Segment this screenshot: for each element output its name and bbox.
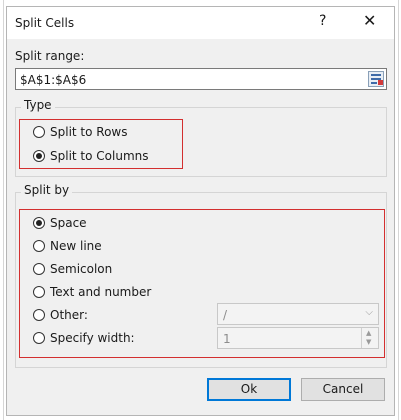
other-option[interactable]: Other: bbox=[33, 307, 88, 323]
specify-width-label: Specify width: bbox=[50, 331, 135, 345]
new-line-radio[interactable] bbox=[33, 240, 45, 252]
chevron-down-icon: ⌵ bbox=[365, 307, 373, 318]
stepper-arrows[interactable]: ▲ ▼ bbox=[361, 328, 378, 348]
split-to-rows-option[interactable]: Split to Rows bbox=[33, 124, 128, 140]
type-group-title: Type bbox=[21, 98, 55, 112]
semicolon-radio[interactable] bbox=[33, 263, 45, 275]
split-to-columns-radio[interactable] bbox=[33, 150, 45, 162]
title-bar: Split Cells ? ✕ bbox=[7, 7, 394, 39]
other-delimiter-value: / bbox=[223, 308, 228, 322]
other-delimiter-dropdown[interactable]: / ⌵ bbox=[217, 303, 379, 325]
specify-width-option[interactable]: Specify width: bbox=[33, 330, 135, 346]
split-by-group-title: Split by bbox=[21, 183, 73, 197]
semicolon-option[interactable]: Semicolon bbox=[33, 261, 112, 277]
cancel-button[interactable]: Cancel bbox=[301, 378, 385, 401]
specify-width-radio[interactable] bbox=[33, 332, 45, 344]
space-label: Space bbox=[50, 216, 87, 230]
text-and-number-option[interactable]: Text and number bbox=[33, 284, 151, 300]
width-stepper[interactable]: 1 ▲ ▼ bbox=[217, 327, 379, 349]
close-icon[interactable]: ✕ bbox=[363, 11, 376, 30]
split-to-columns-option[interactable]: Split to Columns bbox=[33, 148, 149, 164]
new-line-option[interactable]: New line bbox=[33, 238, 102, 254]
ok-button[interactable]: Ok bbox=[207, 378, 291, 401]
split-to-rows-label: Split to Rows bbox=[50, 125, 128, 139]
sheet-gridline bbox=[3, 0, 4, 420]
space-radio[interactable] bbox=[33, 217, 45, 229]
dialog-title: Split Cells bbox=[15, 16, 75, 30]
chevron-down-icon[interactable]: ▼ bbox=[366, 338, 371, 346]
semicolon-label: Semicolon bbox=[50, 262, 113, 276]
split-range-value: $A$1:$A$6 bbox=[20, 73, 87, 87]
range-select-icon[interactable] bbox=[368, 71, 384, 87]
text-and-number-label: Text and number bbox=[50, 285, 152, 299]
new-line-label: New line bbox=[50, 239, 102, 253]
width-value: 1 bbox=[223, 332, 231, 346]
split-cells-dialog: Split Cells ? ✕ Split range: $A$1:$A$6 T… bbox=[6, 6, 395, 416]
space-option[interactable]: Space bbox=[33, 215, 87, 231]
chevron-up-icon[interactable]: ▲ bbox=[366, 329, 371, 337]
other-label: Other: bbox=[50, 308, 88, 322]
split-to-rows-radio[interactable] bbox=[33, 126, 45, 138]
other-radio[interactable] bbox=[33, 309, 45, 321]
split-to-columns-label: Split to Columns bbox=[50, 149, 149, 163]
split-range-label: Split range: bbox=[15, 49, 85, 63]
help-icon[interactable]: ? bbox=[319, 13, 326, 29]
sheet-gridline bbox=[398, 0, 399, 420]
text-and-number-radio[interactable] bbox=[33, 286, 45, 298]
split-range-input[interactable]: $A$1:$A$6 bbox=[15, 68, 387, 90]
